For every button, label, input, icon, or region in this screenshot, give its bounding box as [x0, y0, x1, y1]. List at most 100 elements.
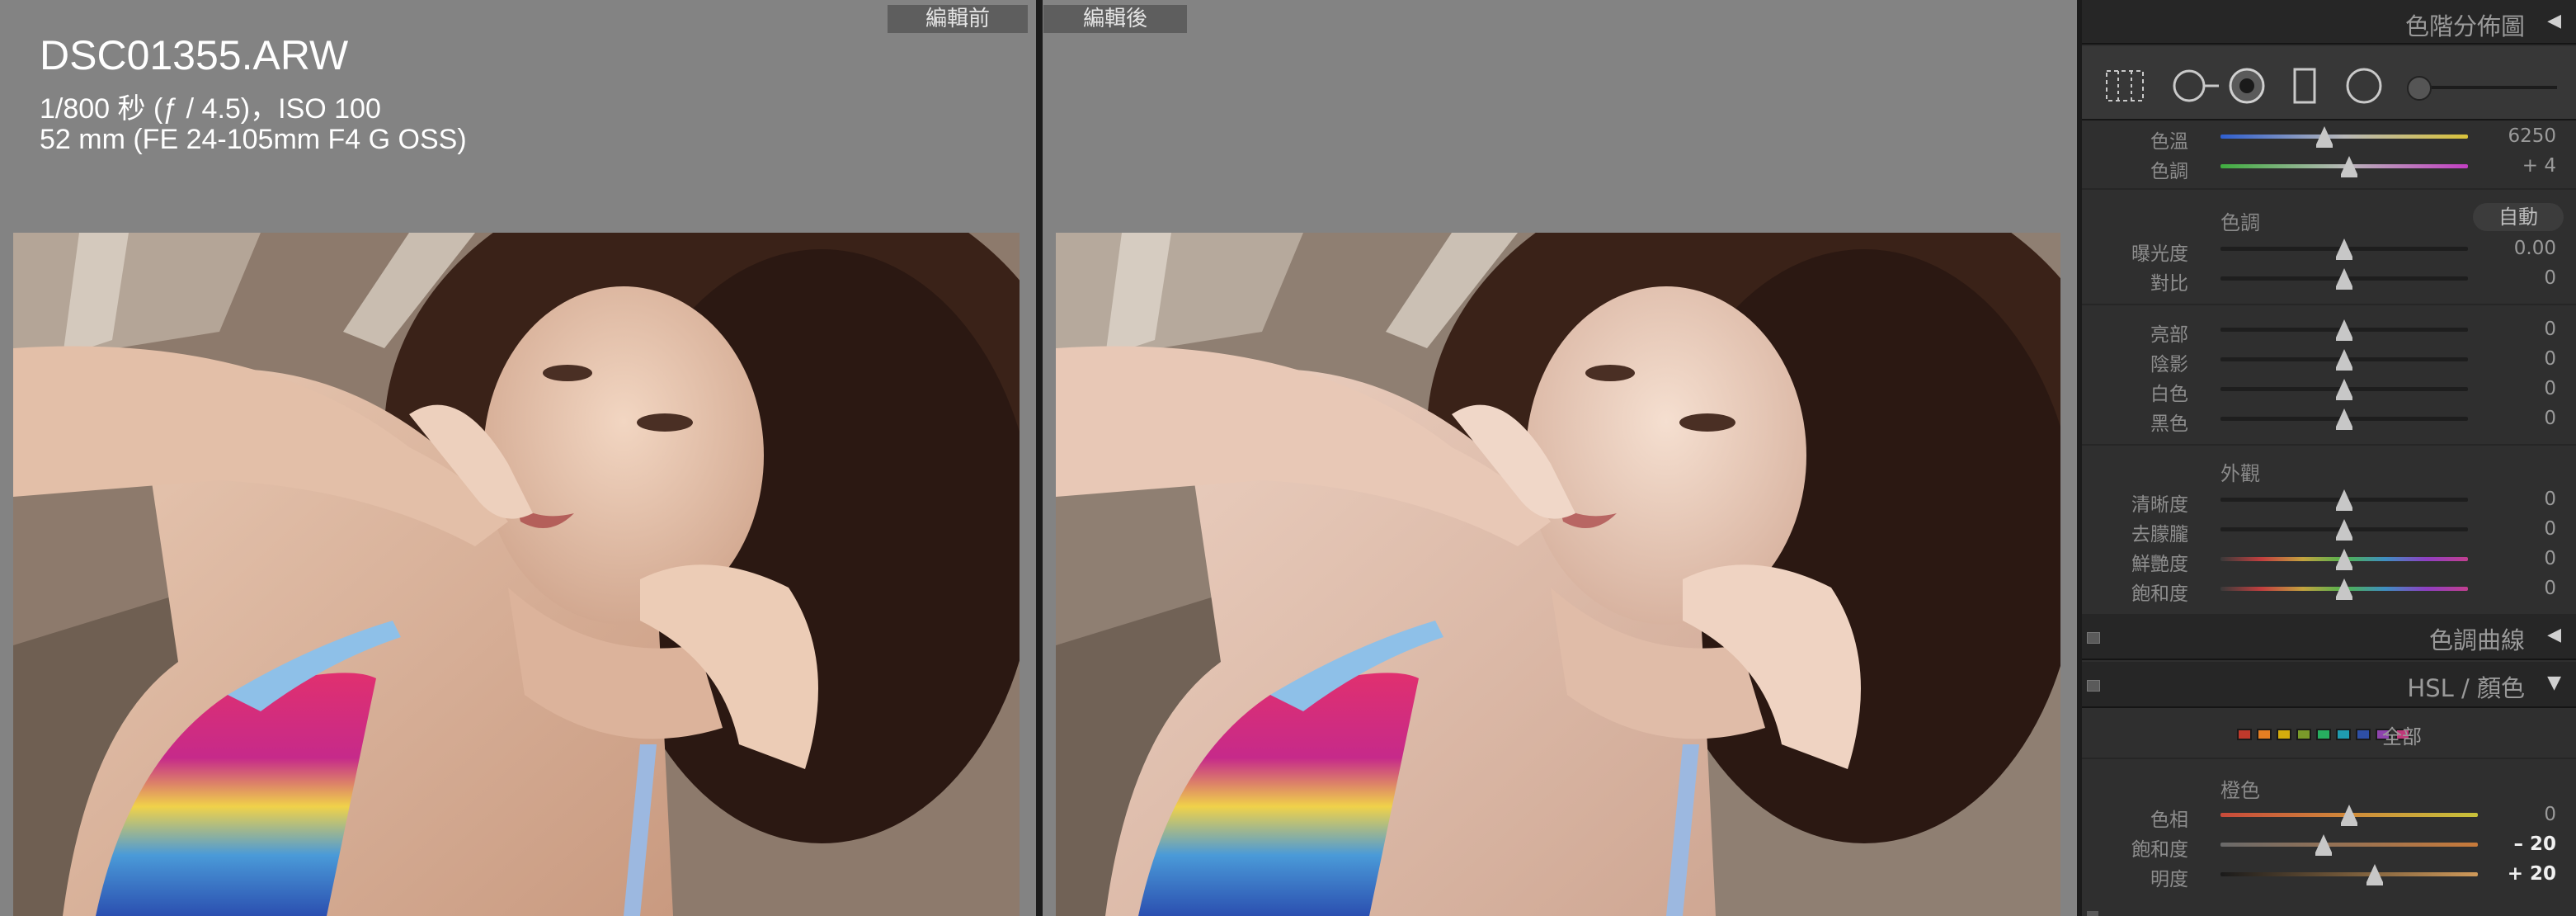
collapse-triangle-icon[interactable]: ▼ — [2547, 673, 2561, 693]
separator — [2082, 188, 2576, 190]
slider-knob[interactable] — [2336, 489, 2352, 511]
slider-value[interactable]: 0 — [2544, 489, 2556, 510]
slider-value[interactable]: 0 — [2544, 804, 2556, 825]
slider-highlights[interactable]: 亮部 0 — [2082, 315, 2576, 346]
slider-value[interactable]: 0.00 — [2514, 238, 2556, 259]
slider-value[interactable]: 0 — [2544, 518, 2556, 540]
hsl-panel-header[interactable]: HSL / 顏色 ▼ — [2082, 662, 2576, 708]
slider-label: 飽和度 — [2131, 839, 2188, 861]
slider-knob[interactable] — [2316, 126, 2333, 148]
slider-blacks[interactable]: 黑色 0 — [2082, 404, 2576, 435]
tool-strip — [2082, 46, 2576, 120]
slider-knob[interactable] — [2336, 319, 2352, 341]
slider-exposure[interactable]: 曝光度 0.00 — [2082, 234, 2576, 265]
histogram-panel-header[interactable]: 色階分佈圖 ◀ — [2082, 0, 2576, 45]
slider-knob[interactable] — [2336, 408, 2352, 430]
radial-filter-icon[interactable] — [2344, 68, 2387, 107]
slider-saturation[interactable]: 飽和度 0 — [2082, 574, 2576, 605]
slider-label: 明度 — [2150, 869, 2188, 890]
slider-label: 黑色 — [2150, 413, 2188, 435]
slider-label: 色溫 — [2150, 131, 2188, 153]
hsl-all-tab[interactable]: 全部 — [2382, 720, 2422, 749]
hsl-swatch[interactable] — [2336, 729, 2351, 740]
slider-knob[interactable] — [2336, 268, 2352, 290]
slider-label: 鮮艷度 — [2131, 554, 2188, 575]
after-label: 編輯後 — [1043, 5, 1187, 33]
separator — [2082, 304, 2576, 305]
slider-value[interactable]: 0 — [2544, 319, 2556, 340]
slider-hsl-luminance[interactable]: 明度 + 20 — [2082, 860, 2576, 890]
presence-section-title: 外觀 — [2220, 462, 2260, 485]
slider-knob[interactable] — [2336, 238, 2352, 260]
hsl-swatch[interactable] — [2277, 729, 2291, 740]
slider-contrast[interactable]: 對比 0 — [2082, 264, 2576, 295]
hsl-swatch[interactable] — [2257, 729, 2272, 740]
crop-overlay-icon[interactable] — [2103, 68, 2146, 104]
panel-end-marker — [2087, 911, 2098, 916]
slider-knob[interactable] — [2336, 379, 2352, 400]
tone-curve-panel-header[interactable]: 色調曲線 ◀ — [2082, 614, 2576, 660]
slider-value[interactable]: + 20 — [2508, 863, 2556, 885]
before-view: DSC01355.ARW 1/800 秒 (ƒ / 4.5)，ISO 100 5… — [0, 0, 1036, 916]
compare-divider — [1036, 0, 1043, 916]
slider-label: 色調 — [2150, 161, 2188, 182]
slider-value[interactable]: 0 — [2544, 408, 2556, 429]
slider-knob[interactable] — [2341, 805, 2357, 826]
slider-value[interactable]: + 4 — [2522, 155, 2556, 177]
slider-label: 清晰度 — [2131, 494, 2188, 516]
slider-track[interactable] — [2220, 843, 2478, 847]
slider-knob[interactable] — [2315, 834, 2332, 856]
hsl-swatch[interactable] — [2296, 729, 2311, 740]
slider-knob[interactable] — [2336, 549, 2352, 570]
slider-tint[interactable]: 色調 + 4 — [2082, 152, 2576, 182]
expand-triangle-icon[interactable]: ◀ — [2547, 625, 2561, 645]
tone-section-title: 色調 — [2220, 211, 2260, 234]
separator — [2082, 758, 2576, 759]
slider-track[interactable] — [2220, 135, 2468, 139]
slider-dehaze[interactable]: 去朦朧 0 — [2082, 515, 2576, 545]
hsl-swatch[interactable] — [2237, 729, 2252, 740]
hsl-swatch[interactable] — [2316, 729, 2331, 740]
collapse-triangle-icon[interactable]: ◀ — [2547, 11, 2561, 31]
slider-hsl-saturation[interactable]: 飽和度 – 20 — [2082, 830, 2576, 861]
slider-vibrance[interactable]: 鮮艷度 0 — [2082, 545, 2576, 575]
slider-knob[interactable] — [2336, 519, 2352, 541]
panel-switch-icon[interactable] — [2087, 632, 2100, 644]
adjustment-brush-icon[interactable] — [2407, 76, 2432, 101]
before-label: 編輯前 — [888, 5, 1028, 33]
slider-label: 白色 — [2150, 384, 2188, 405]
slider-clarity[interactable]: 清晰度 0 — [2082, 485, 2576, 516]
separator — [2082, 444, 2576, 446]
graduated-filter-icon[interactable] — [2288, 68, 2321, 107]
slider-knob[interactable] — [2336, 349, 2352, 371]
before-photo[interactable] — [13, 233, 1020, 916]
slider-whites[interactable]: 白色 0 — [2082, 375, 2576, 405]
slider-track[interactable] — [2220, 872, 2478, 876]
hsl-panel-title: HSL / 顏色 — [2407, 674, 2525, 702]
hsl-swatch[interactable] — [2356, 729, 2371, 740]
slider-value[interactable]: – 20 — [2513, 833, 2556, 855]
portrait-photo-before — [13, 233, 1020, 916]
slider-value[interactable]: 0 — [2544, 378, 2556, 399]
slider-value[interactable]: 0 — [2544, 267, 2556, 289]
auto-tone-button[interactable]: 自動 — [2473, 203, 2564, 231]
slider-label: 曝光度 — [2131, 243, 2188, 265]
slider-shadows[interactable]: 陰影 0 — [2082, 345, 2576, 375]
photo-filename: DSC01355.ARW — [40, 32, 349, 78]
slider-value[interactable]: 6250 — [2508, 125, 2556, 147]
slider-label: 飽和度 — [2131, 583, 2188, 605]
after-photo[interactable] — [1056, 233, 2060, 916]
slider-hsl-hue[interactable]: 色相 0 — [2082, 800, 2576, 831]
slider-value[interactable]: 0 — [2544, 548, 2556, 569]
slider-knob[interactable] — [2336, 578, 2352, 600]
panel-switch-icon[interactable] — [2087, 680, 2100, 692]
spot-removal-icon[interactable] — [2169, 68, 2220, 104]
red-eye-icon[interactable] — [2224, 68, 2273, 107]
slider-value[interactable]: 0 — [2544, 348, 2556, 370]
slider-knob[interactable] — [2366, 864, 2384, 885]
histogram-panel-title: 色階分佈圖 — [2404, 12, 2525, 40]
slider-temperature[interactable]: 色溫 6250 — [2082, 122, 2576, 153]
slider-knob[interactable] — [2341, 156, 2357, 177]
slider-label: 對比 — [2150, 273, 2188, 295]
slider-value[interactable]: 0 — [2544, 578, 2556, 599]
